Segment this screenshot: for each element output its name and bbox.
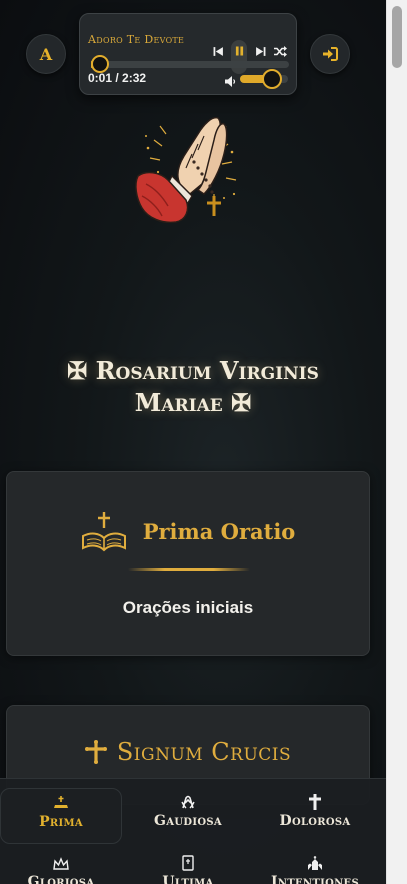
crown-icon bbox=[53, 857, 69, 870]
bible-cross-icon bbox=[81, 512, 126, 552]
audio-player: Adoro Te Devote 0:01 / 2:32 bbox=[79, 13, 297, 95]
login-button[interactable] bbox=[310, 34, 350, 74]
altar-icon bbox=[54, 796, 68, 808]
nav-item-dolorosa[interactable]: Dolorosa bbox=[254, 788, 376, 844]
time-display: 0:01 / 2:32 bbox=[88, 71, 147, 85]
nav-label: Prima bbox=[39, 814, 83, 830]
page-title: ✠ Rosarium Virginis Mariae ✠ bbox=[20, 355, 366, 419]
font-toggle-label: A bbox=[39, 44, 53, 64]
card-header: Prima Oratio bbox=[7, 510, 369, 552]
praying-hands-rosary-illustration bbox=[135, 116, 237, 224]
nav-label: Dolorosa bbox=[279, 813, 351, 829]
volume-knob[interactable] bbox=[262, 69, 283, 89]
card-title: Prima Oratio bbox=[142, 518, 296, 544]
praying-hands-icon bbox=[181, 795, 195, 809]
track-title: Adoro Te Devote bbox=[88, 33, 185, 46]
shuffle-icon[interactable] bbox=[273, 44, 287, 58]
progress-slider[interactable] bbox=[91, 55, 289, 73]
cross-icon bbox=[309, 794, 321, 810]
skip-forward-icon[interactable] bbox=[253, 44, 267, 58]
skip-back-icon[interactable] bbox=[211, 44, 225, 58]
nav-item-prima[interactable]: Prima bbox=[0, 788, 122, 844]
nav-label: Intentiones bbox=[270, 874, 359, 884]
pause-button[interactable] bbox=[231, 40, 247, 74]
page-title-line2: Mariae ✠ bbox=[134, 388, 252, 417]
card-subtitle: Orações iniciais bbox=[122, 598, 254, 617]
nav-label: Ultima bbox=[162, 874, 214, 884]
prima-oratio-card[interactable]: Prima Oratio Orações iniciais bbox=[6, 471, 370, 656]
cross-icon bbox=[84, 740, 107, 764]
card-header: Signum Crucis bbox=[7, 738, 369, 766]
nav-item-ultima[interactable]: Ultima bbox=[127, 849, 249, 884]
page-title-line1: ✠ Rosarium Virginis bbox=[67, 356, 319, 385]
book-icon bbox=[182, 855, 194, 871]
card-divider bbox=[128, 568, 250, 571]
nav-item-intentiones[interactable]: Intentiones bbox=[254, 849, 376, 884]
bottom-navigation: Prima Gaudiosa Dolorosa Gloriosa Ultima … bbox=[0, 778, 386, 884]
card-title: Signum Crucis bbox=[116, 738, 292, 766]
page-scrollbar[interactable] bbox=[386, 0, 407, 884]
sign-in-icon bbox=[323, 47, 338, 61]
pause-icon bbox=[235, 46, 243, 56]
scrollbar-thumb[interactable] bbox=[392, 6, 402, 68]
volume-icon[interactable] bbox=[225, 72, 237, 91]
nav-label: Gloriosa bbox=[27, 874, 95, 884]
nav-item-gloriosa[interactable]: Gloriosa bbox=[0, 849, 122, 884]
church-icon bbox=[308, 856, 322, 870]
volume-slider[interactable] bbox=[240, 69, 288, 89]
nav-label: Gaudiosa bbox=[154, 813, 222, 829]
font-toggle-button[interactable]: A bbox=[26, 34, 66, 74]
nav-item-gaudiosa[interactable]: Gaudiosa bbox=[127, 788, 249, 844]
